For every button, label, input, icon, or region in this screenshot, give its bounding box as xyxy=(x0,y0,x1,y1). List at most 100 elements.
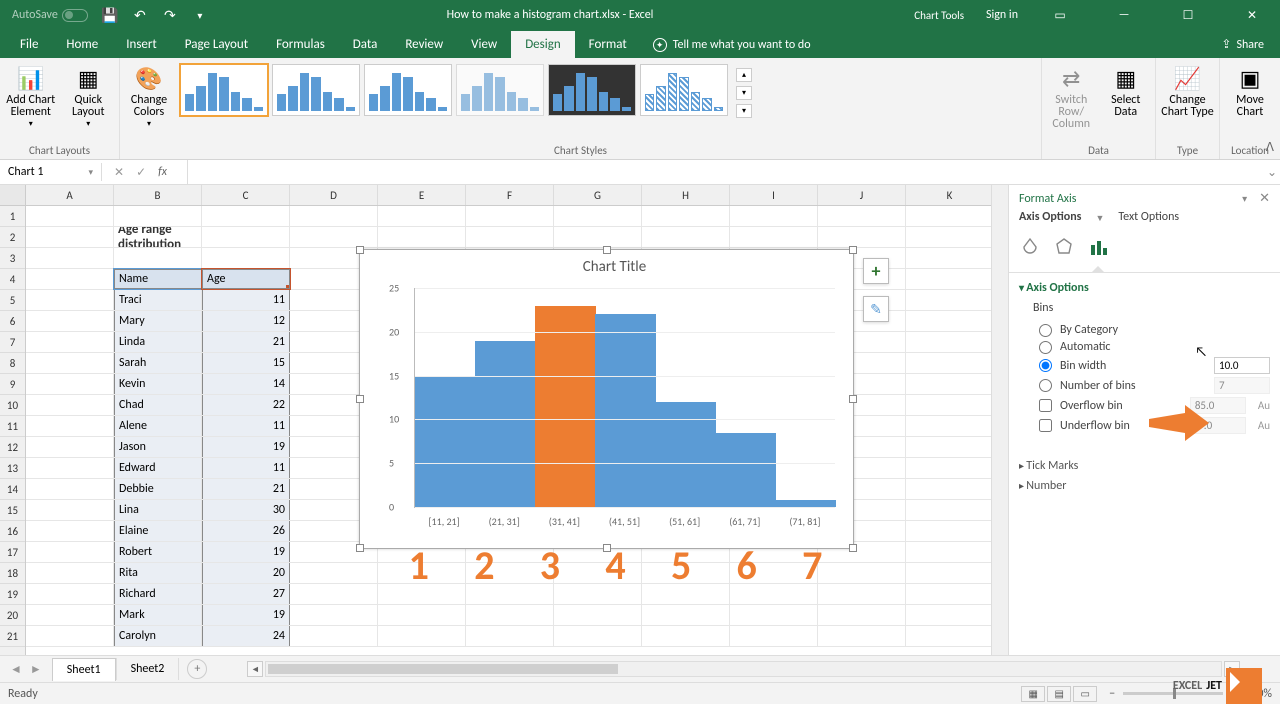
view-page-layout-icon[interactable]: ▤ xyxy=(1047,686,1071,702)
sheet-tab-2[interactable]: Sheet2 xyxy=(116,658,180,680)
axis-options-section[interactable]: Axis Options xyxy=(1019,281,1270,295)
axis-options-icon[interactable] xyxy=(1087,236,1109,258)
resize-handle[interactable] xyxy=(603,246,611,254)
move-chart-icon: ▣ xyxy=(1234,64,1266,94)
chart-tools-context: Chart Tools xyxy=(892,0,986,30)
select-data-icon: ▦ xyxy=(1110,64,1142,94)
share-button[interactable]: ⇪ Share xyxy=(1205,31,1280,58)
change-chart-type-button[interactable]: 📈 Change Chart Type xyxy=(1160,60,1215,118)
group-chart-layouts: Chart Layouts xyxy=(4,143,115,159)
worksheet[interactable]: 123456789101112131415161718192021 ABCDEF… xyxy=(0,185,1008,655)
add-chart-element-button[interactable]: 📊 Add Chart Element▾ xyxy=(4,60,58,130)
switch-icon: ⇄ xyxy=(1055,64,1087,94)
close-icon[interactable]: ✕ xyxy=(1230,0,1274,30)
tick-marks-section[interactable]: Tick Marks xyxy=(1019,459,1270,473)
view-page-break-icon[interactable]: ▭ xyxy=(1073,686,1097,702)
resize-handle[interactable] xyxy=(849,395,857,403)
bins-by-category[interactable]: By Category xyxy=(1039,323,1270,337)
chart-style-3[interactable] xyxy=(364,64,452,116)
pane-close-icon[interactable]: ✕ xyxy=(1259,191,1270,206)
tab-home[interactable]: Home xyxy=(52,31,112,58)
plot-area[interactable]: 0510152025 xyxy=(414,288,835,508)
sheet-tab-bar: ◄ ► Sheet1 Sheet2 + ◄ ► xyxy=(0,655,1280,682)
sheet-tab-1[interactable]: Sheet1 xyxy=(52,658,116,681)
chart-styles-button[interactable]: ✎ xyxy=(863,296,889,322)
ribbon: 📊 Add Chart Element▾ ▦ Quick Layout▾ Cha… xyxy=(0,58,1280,160)
collapse-ribbon-icon[interactable]: ᐱ xyxy=(1266,140,1274,155)
sheet-nav-prev[interactable]: ◄ xyxy=(10,662,22,677)
chart-style-gallery xyxy=(178,60,730,117)
effects-icon[interactable] xyxy=(1053,236,1075,258)
pane-title: Format Axis xyxy=(1019,192,1076,206)
tab-review[interactable]: Review xyxy=(391,31,457,58)
chart-title[interactable]: Chart Title xyxy=(386,258,843,284)
embedded-chart[interactable]: + ✎ Chart Title 0510152025 [11, 21](21, … xyxy=(359,249,854,549)
bins-automatic[interactable]: Automatic xyxy=(1039,340,1270,354)
axis-options-dropdown-icon[interactable]: ▼ xyxy=(1095,213,1104,224)
style-expand[interactable]: ▾ xyxy=(736,104,752,118)
chart-style-2[interactable] xyxy=(272,64,360,116)
bin-width-input[interactable] xyxy=(1214,357,1270,374)
x-axis-labels[interactable]: [11, 21](21, 31](31, 41](41, 51](51, 61]… xyxy=(414,515,835,528)
horizontal-scrollbar[interactable] xyxy=(265,661,1222,677)
select-all-corner[interactable] xyxy=(0,185,25,206)
chart-style-4[interactable] xyxy=(456,64,544,116)
view-normal-icon[interactable]: ▦ xyxy=(1021,686,1045,702)
add-sheet-button[interactable]: + xyxy=(187,659,207,679)
exceljet-watermark: EXCELJET xyxy=(1173,668,1262,704)
minimize-icon[interactable]: — xyxy=(1102,0,1146,30)
accept-formula-icon[interactable]: ✓ xyxy=(136,165,146,180)
number-section[interactable]: Number xyxy=(1019,479,1270,493)
signin-link[interactable]: Sign in xyxy=(986,8,1018,22)
change-colors-button[interactable]: 🎨 Change Colors▾ xyxy=(124,60,174,130)
tab-file[interactable]: File xyxy=(6,31,52,58)
chart-style-1[interactable] xyxy=(180,64,268,116)
resize-handle[interactable] xyxy=(356,544,364,552)
fill-line-icon[interactable] xyxy=(1019,236,1041,258)
chart-elements-button[interactable]: + xyxy=(863,258,889,284)
tab-data[interactable]: Data xyxy=(339,31,392,58)
formula-input[interactable] xyxy=(187,160,1264,184)
tell-me[interactable]: ✦ Tell me what you want to do xyxy=(653,32,811,58)
bins-bin-width[interactable]: Bin width xyxy=(1039,357,1270,374)
save-icon[interactable]: 💾 xyxy=(102,7,118,23)
move-chart-button[interactable]: ▣ Move Chart xyxy=(1224,60,1276,118)
cursor-icon: ↖ xyxy=(1195,343,1207,360)
column-headers[interactable]: ABCDEFGHIJK xyxy=(26,185,1008,206)
resize-handle[interactable] xyxy=(356,246,364,254)
select-data-button[interactable]: ▦ Select Data xyxy=(1101,60,1152,118)
tab-formulas[interactable]: Formulas xyxy=(262,31,339,58)
qat-more-icon[interactable]: ▾ xyxy=(192,7,208,23)
undo-icon[interactable]: ↶ xyxy=(132,7,148,23)
redo-icon[interactable]: ↷ xyxy=(162,7,178,23)
tab-insert[interactable]: Insert xyxy=(112,31,171,58)
fx-icon[interactable]: fx xyxy=(158,165,175,179)
chart-style-5[interactable] xyxy=(548,64,636,116)
autosave-toggle[interactable]: AutoSave xyxy=(12,8,88,22)
vertical-scrollbar[interactable] xyxy=(991,185,1008,655)
resize-handle[interactable] xyxy=(849,544,857,552)
tab-page-layout[interactable]: Page Layout xyxy=(171,31,262,58)
resize-handle[interactable] xyxy=(849,246,857,254)
bins-number-of-bins[interactable]: Number of bins 7 xyxy=(1039,377,1270,394)
style-scroll-down[interactable]: ▾ xyxy=(736,86,752,100)
maximize-icon[interactable]: ☐ xyxy=(1166,0,1210,30)
formula-expand-icon[interactable]: ⌄ xyxy=(1264,165,1280,180)
quick-layout-button[interactable]: ▦ Quick Layout▾ xyxy=(62,60,116,130)
name-box[interactable]: Chart 1▾ xyxy=(0,163,102,181)
chart-style-6[interactable] xyxy=(640,64,728,116)
pane-menu-icon[interactable]: ▾ xyxy=(1242,192,1247,205)
hscroll-left[interactable]: ◄ xyxy=(247,661,263,677)
tab-design[interactable]: Design xyxy=(511,31,574,58)
ribbon-display-icon[interactable]: ▭ xyxy=(1038,0,1082,30)
style-scroll-up[interactable]: ▴ xyxy=(736,68,752,82)
tab-format[interactable]: Format xyxy=(575,31,641,58)
exceljet-logo-icon xyxy=(1226,668,1262,704)
axis-options-tab[interactable]: Axis Options xyxy=(1019,210,1081,226)
tab-view[interactable]: View xyxy=(457,31,511,58)
zoom-out-icon[interactable]: − xyxy=(1109,687,1115,701)
cancel-formula-icon[interactable]: ✕ xyxy=(114,165,124,180)
resize-handle[interactable] xyxy=(356,395,364,403)
sheet-nav-next[interactable]: ► xyxy=(30,662,42,677)
text-options-tab[interactable]: Text Options xyxy=(1118,210,1179,226)
